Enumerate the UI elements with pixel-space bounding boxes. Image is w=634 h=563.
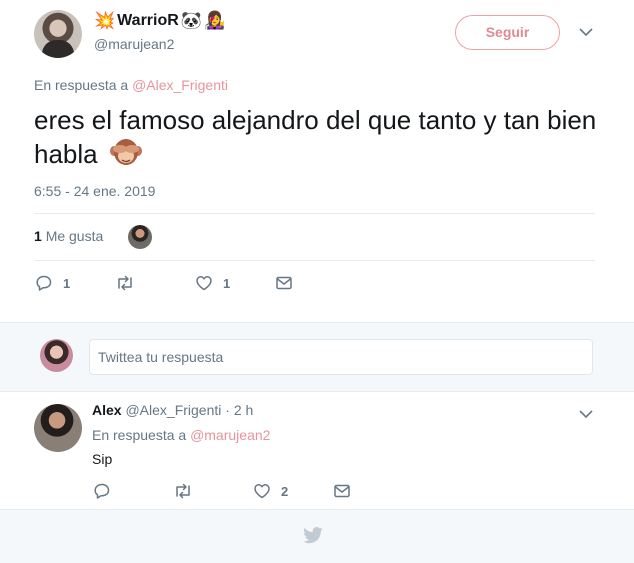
envelope-icon	[276, 276, 292, 290]
like-count: 1	[223, 275, 231, 291]
like-action[interactable]: 2	[253, 482, 288, 500]
liker-avatar[interactable]	[128, 225, 152, 249]
see-no-evil-monkey-emoji	[109, 137, 143, 175]
twitter-bird-icon	[303, 527, 323, 544]
reply-header: Alex @Alex_Frigenti · 2 h	[92, 402, 253, 418]
divider	[34, 213, 595, 214]
direct-message-action[interactable]	[275, 274, 293, 292]
author-handle[interactable]: @marujean2	[94, 36, 174, 52]
collision-emoji: 💥	[94, 10, 116, 31]
tweet-timestamp[interactable]: 6:55 - 24 ene. 2019	[34, 183, 155, 199]
retweet-action[interactable]	[115, 274, 145, 292]
retweet-action[interactable]	[173, 482, 203, 500]
reply-count: 1	[63, 275, 71, 291]
author-display-name[interactable]: WarrioR	[117, 12, 179, 30]
reply-prefix: En respuesta a	[34, 77, 129, 93]
reply-prefix: En respuesta a	[92, 427, 187, 443]
current-user-avatar	[40, 339, 73, 372]
direct-message-action[interactable]	[333, 482, 351, 500]
likes-summary[interactable]: 1 Me gusta	[34, 228, 103, 244]
reply-author-avatar[interactable]	[34, 404, 82, 452]
reply-context: En respuesta a @Alex_Frigenti	[34, 77, 228, 93]
follow-button[interactable]: Seguir	[455, 15, 560, 50]
divider	[34, 260, 595, 261]
reply-input[interactable]: Twittea tu respuesta	[89, 339, 593, 375]
tweet-text: eres el famoso alejandro del que tanto y…	[34, 103, 604, 175]
reply-author-handle[interactable]: @Alex_Frigenti	[125, 402, 221, 418]
reply-mention-link[interactable]: @marujean2	[190, 427, 270, 443]
heart-icon	[254, 484, 270, 499]
panda-emoji: 🐼	[180, 10, 202, 31]
likes-label: Me gusta	[45, 228, 104, 244]
author-name-line[interactable]: 💥 WarrioR 🐼 👩‍🎤	[94, 10, 225, 32]
chevron-down-icon[interactable]	[576, 404, 596, 424]
reply-context: En respuesta a @marujean2	[92, 427, 270, 443]
like-count: 2	[281, 483, 289, 499]
retweet-icon	[176, 483, 190, 499]
like-action[interactable]: 1	[195, 274, 230, 292]
envelope-icon	[334, 484, 350, 498]
likes-count: 1	[34, 228, 42, 244]
chevron-down-icon[interactable]	[576, 22, 596, 42]
reply-time[interactable]: · 2 h	[225, 402, 253, 418]
reply-tweet-text: Sip	[92, 451, 113, 467]
singer-emoji: 👩‍🎤	[203, 10, 226, 31]
reply-action[interactable]: 1	[35, 274, 70, 292]
reply-icon	[94, 483, 110, 499]
reply-mention-link[interactable]: @Alex_Frigenti	[132, 77, 228, 93]
reply-action[interactable]	[93, 482, 121, 500]
author-avatar[interactable]	[34, 10, 82, 58]
heart-icon	[196, 276, 212, 291]
reply-icon	[36, 275, 52, 291]
retweet-icon	[118, 275, 132, 291]
reply-author-name[interactable]: Alex	[92, 402, 122, 418]
